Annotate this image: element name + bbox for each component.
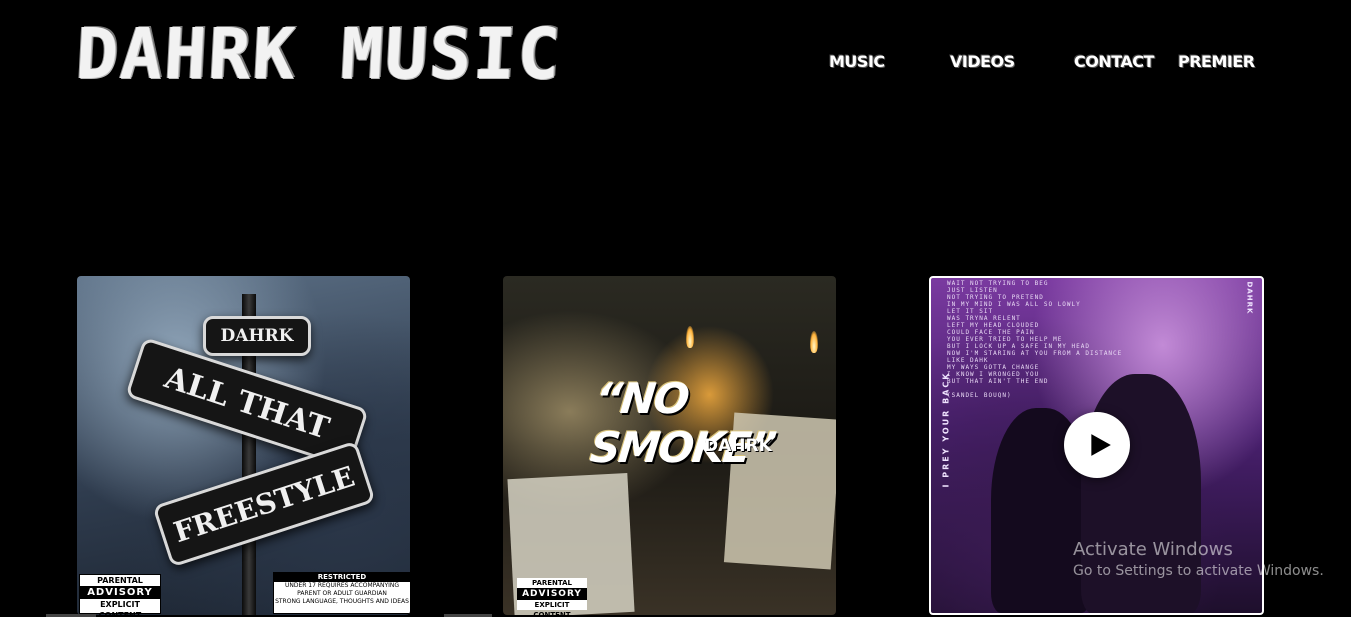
rating-head: RESTRICTED [274,573,410,582]
advisory-bottom: EXPLICIT CONTENT [533,601,571,615]
lyrics-text: WAIT NOT TRYING TO BEG JUST LISTEN NOT T… [947,280,1123,399]
advisory-mid: ADVISORY [80,586,160,599]
main-nav: MUSIC VIDEOS CONTACT PREMIER [0,52,1351,76]
advisory-top: PARENTAL [97,576,143,585]
lighter-flame [810,331,818,353]
watermark-subtitle: Go to Settings to activate Windows. [1073,563,1324,579]
watermark-title: Activate Windows [1073,539,1233,560]
release-card-all-that-freestyle[interactable]: DAHRK ALL THAT FREESTYLE PARENTAL ADVISO… [77,276,410,615]
sign-artist: DAHRK [203,316,311,356]
nav-contact[interactable]: CONTACT [1074,52,1154,71]
nav-premier[interactable]: PREMIER [1178,52,1255,71]
play-button[interactable] [1064,412,1130,478]
advisory-mid: ADVISORY [517,588,587,600]
rating-line3: STRONG LANGUAGE, THOUGHTS AND IDEAS [275,598,409,605]
rating-line2: PARENT OR ADULT GUARDIAN [297,590,387,597]
nav-videos[interactable]: VIDEOS [950,52,1015,71]
advisory-bottom: EXPLICIT CONTENT [99,600,141,615]
release-title: “NO SMOKE” [587,374,778,472]
parental-advisory-label: PARENTAL ADVISORY EXPLICIT CONTENT [79,574,161,615]
restricted-rating: RESTRICTED UNDER 17 REQUIRES ACCOMPANYIN… [273,572,410,614]
rating-line1: UNDER 17 REQUIRES ACCOMPANYING [284,582,400,589]
vertical-artist: DAHRK [1245,281,1254,315]
windows-activation-watermark: Activate Windows Go to Settings to activ… [1073,539,1324,581]
page: DAHRK MUSIC MUSIC VIDEOS CONTACT PREMIER… [0,0,1351,617]
advisory-top: PARENTAL [531,579,573,587]
sign-title-line2: FREESTYLE [152,440,376,568]
nav-music[interactable]: MUSIC [829,52,885,71]
release-card-no-smoke[interactable]: “NO SMOKE” DAHRK PARENTAL ADVISORY EXPLI… [503,276,836,615]
vertical-title: I PREY YOUR BACK [941,371,951,488]
parental-advisory-label: PARENTAL ADVISORY EXPLICIT CONTENT [517,578,587,615]
lighter-flame [686,326,694,348]
play-icon [1090,434,1111,456]
release-artist: DAHRK [704,436,772,456]
